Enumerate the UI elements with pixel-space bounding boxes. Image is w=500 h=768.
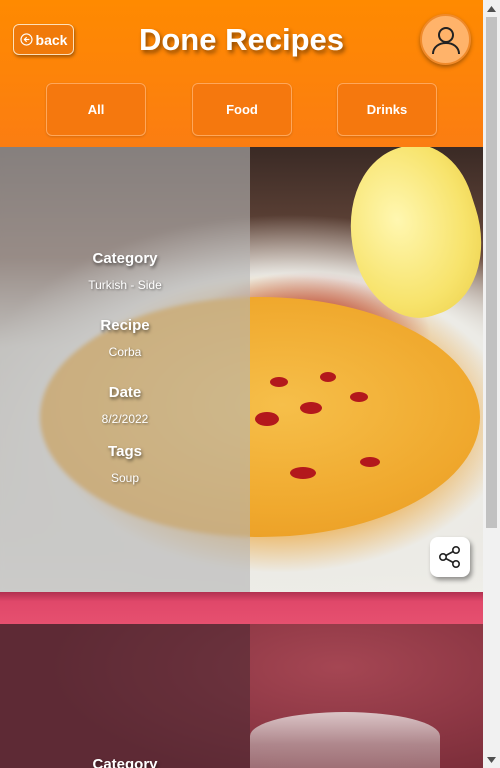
app-viewport: back Done Recipes All Food Drinks Catego…: [0, 0, 483, 768]
filter-drinks-button[interactable]: Drinks: [337, 83, 437, 136]
tags-label: Tags: [108, 443, 142, 460]
profile-button[interactable]: [420, 14, 471, 65]
paprika-drop: [300, 402, 322, 414]
date-label: Date: [108, 384, 142, 401]
vertical-scrollbar[interactable]: [483, 0, 500, 768]
share-icon: [438, 545, 461, 568]
paprika-drop: [320, 372, 336, 382]
glass-graphic: [250, 712, 440, 768]
paprika-drop: [360, 457, 380, 467]
paprika-drop: [270, 377, 288, 387]
paprika-drop: [255, 412, 279, 426]
recipe-label: Recipe: [100, 317, 150, 334]
recipe-info-overlay: [0, 624, 250, 768]
card-divider: [0, 592, 483, 624]
page-title: Done Recipes: [138, 22, 344, 57]
recipe-name[interactable]: Corba: [0, 345, 250, 359]
category-label: Category: [92, 756, 158, 768]
filter-all-button[interactable]: All: [46, 83, 146, 136]
scrollbar-thumb[interactable]: [486, 17, 497, 528]
scroll-down-arrow-icon[interactable]: [483, 751, 500, 768]
category-value: Turkish - Side: [88, 278, 162, 292]
share-button[interactable]: [430, 537, 470, 577]
profile-icon: [431, 26, 460, 54]
paprika-drop: [350, 392, 368, 402]
recipe-info-overlay: [0, 147, 250, 592]
recipe-card[interactable]: Category Turkish - Side Recipe Corba Dat…: [0, 147, 483, 592]
category-label: Category: [92, 250, 158, 267]
recipe-card[interactable]: Category: [0, 624, 483, 768]
paprika-drop: [290, 467, 316, 479]
scroll-up-arrow-icon[interactable]: [483, 0, 500, 17]
header: back Done Recipes All Food Drinks: [0, 0, 483, 147]
filter-food-button[interactable]: Food: [192, 83, 292, 136]
date-value: 8/2/2022: [101, 412, 149, 426]
tag-value: Soup: [110, 471, 140, 485]
